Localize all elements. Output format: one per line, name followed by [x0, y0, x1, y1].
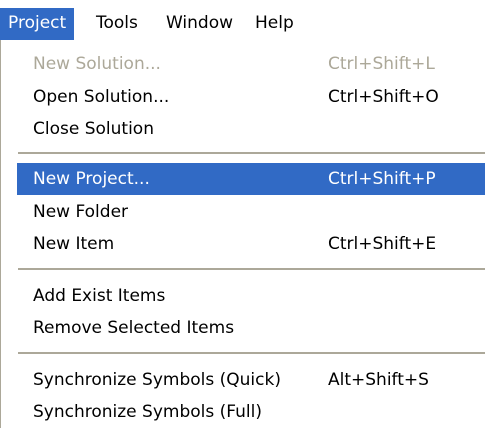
menu-separator — [18, 152, 485, 154]
menu-item-new-folder[interactable]: New Folder — [17, 196, 485, 228]
menu-help[interactable]: Help — [247, 8, 302, 40]
menu-item-label: Synchronize Symbols (Quick) — [33, 370, 281, 390]
menu-item-label: Close Solution — [33, 119, 154, 139]
menu-project[interactable]: Project — [0, 8, 75, 40]
menu-item-label: Remove Selected Items — [33, 318, 235, 338]
menu-item-shortcut: Alt+Shift+S — [328, 370, 429, 390]
menu-item-label: New Solution... — [33, 54, 161, 74]
menu-item-label: Synchronize Symbols (Full) — [33, 402, 262, 422]
menu-item-shortcut: Ctrl+Shift+E — [328, 234, 437, 254]
menu-item-shortcut: Ctrl+Shift+L — [328, 54, 435, 74]
menu-window[interactable]: Window — [158, 8, 241, 40]
menu-tools[interactable]: Tools — [88, 8, 146, 40]
menu-item-open-solution[interactable]: Open Solution... Ctrl+Shift+O — [17, 81, 485, 113]
menu-item-remove-selected-items[interactable]: Remove Selected Items — [17, 312, 485, 344]
menu-item-label: Add Exist Items — [33, 286, 166, 306]
menu-item-close-solution[interactable]: Close Solution — [17, 113, 485, 145]
project-menu-dropdown: New Solution... Ctrl+Shift+L Open Soluti… — [0, 40, 485, 428]
menu-item-label: New Item — [33, 234, 115, 254]
menu-item-sync-symbols-full[interactable]: Synchronize Symbols (Full) — [17, 396, 485, 428]
menu-item-new-item[interactable]: New Item Ctrl+Shift+E — [17, 228, 485, 260]
menu-item-shortcut: Ctrl+Shift+P — [328, 169, 436, 189]
menu-bar: Project Tools Window Help — [0, 0, 485, 40]
menu-item-shortcut: Ctrl+Shift+O — [328, 87, 439, 107]
menu-separator — [18, 352, 485, 354]
menu-item-sync-symbols-quick[interactable]: Synchronize Symbols (Quick) Alt+Shift+S — [17, 364, 485, 396]
menu-separator — [18, 268, 485, 270]
menu-item-new-solution[interactable]: New Solution... Ctrl+Shift+L — [17, 48, 485, 80]
menu-item-label: New Project... — [33, 169, 150, 189]
menu-item-label: New Folder — [33, 202, 129, 222]
menu-item-label: Open Solution... — [33, 87, 170, 107]
menu-item-new-project[interactable]: New Project... Ctrl+Shift+P — [17, 163, 485, 195]
menu-item-add-exist-items[interactable]: Add Exist Items — [17, 280, 485, 312]
